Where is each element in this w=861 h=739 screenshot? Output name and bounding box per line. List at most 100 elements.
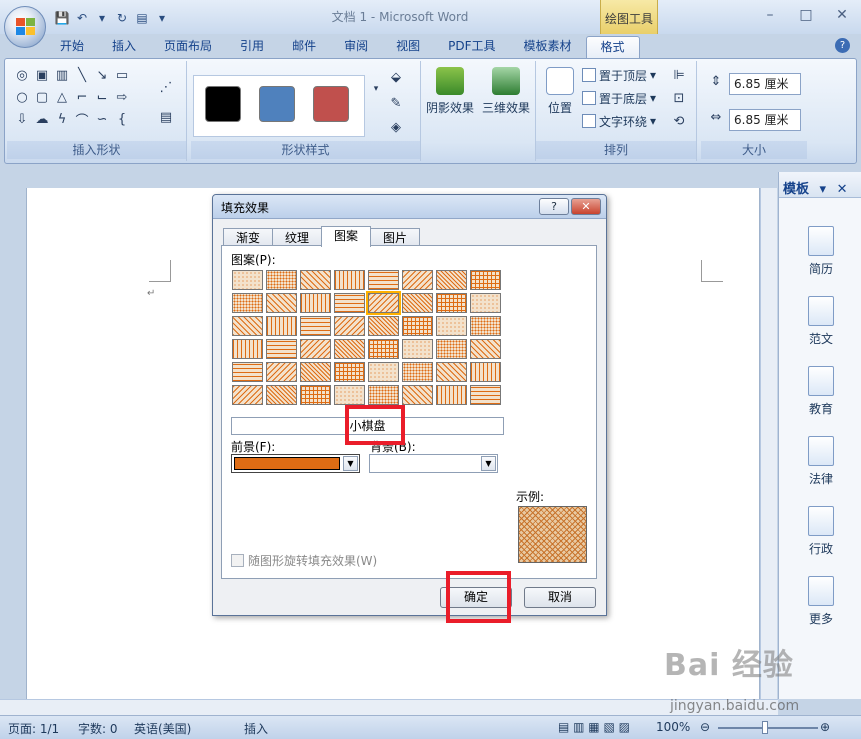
fill-color-icon[interactable]: ⬙ xyxy=(387,69,405,85)
group-icon[interactable]: ⊡ xyxy=(670,90,688,106)
edit-shape-icon[interactable]: ⋰ xyxy=(157,79,175,95)
pattern-swatch[interactable] xyxy=(300,339,331,359)
vertical-scrollbar[interactable] xyxy=(760,188,777,699)
tab-home[interactable]: 开始 xyxy=(46,36,98,58)
zoom-level[interactable]: 100% xyxy=(656,720,690,734)
cloud-shape-icon[interactable]: ☁ xyxy=(33,111,51,127)
cancel-button[interactable]: 取消 xyxy=(524,587,596,608)
pattern-swatch[interactable] xyxy=(470,362,501,382)
task-item-resume[interactable]: 简历 xyxy=(797,226,845,277)
minimize-button[interactable]: – xyxy=(752,4,788,26)
pattern-swatch[interactable] xyxy=(300,293,331,313)
bring-to-front-button[interactable]: 置于顶层 ▾ xyxy=(582,66,656,84)
freeform-icon[interactable]: ∽ xyxy=(93,111,111,127)
close-window-button[interactable]: ✕ xyxy=(824,4,860,26)
pattern-swatch[interactable] xyxy=(232,385,263,405)
pattern-swatch[interactable] xyxy=(300,362,331,382)
pattern-swatch[interactable] xyxy=(436,316,467,336)
style-swatch-blue[interactable] xyxy=(259,86,295,122)
pattern-swatch[interactable] xyxy=(266,362,297,382)
language-indicator[interactable]: 英语(美国) xyxy=(134,720,191,737)
pattern-swatch[interactable] xyxy=(334,339,365,359)
pattern-swatch[interactable] xyxy=(368,270,399,290)
arrow-line-icon[interactable]: ↘ xyxy=(93,67,111,83)
zoom-slider-thumb[interactable] xyxy=(762,721,768,734)
pattern-swatch[interactable] xyxy=(402,316,433,336)
chevron-down-icon[interactable]: ▼ xyxy=(481,456,496,471)
rotate-with-shape-checkbox[interactable]: 随图形旋转填充效果(W) xyxy=(231,552,377,569)
checkbox-box[interactable] xyxy=(231,554,244,567)
down-arrow-icon[interactable]: ⇩ xyxy=(13,111,31,127)
pattern-swatch[interactable] xyxy=(266,339,297,359)
background-color-select[interactable]: ▼ xyxy=(369,454,498,473)
change-shape-icon[interactable]: ◈ xyxy=(387,119,405,135)
pattern-swatch[interactable] xyxy=(266,293,297,313)
style-swatch-red[interactable] xyxy=(313,86,349,122)
tab-mailings[interactable]: 邮件 xyxy=(278,36,330,58)
chevron-down-icon[interactable]: ▼ xyxy=(343,456,358,471)
redo-icon[interactable]: ↻ xyxy=(114,10,130,26)
print-preview-icon[interactable]: ▤ xyxy=(134,10,150,26)
pattern-swatch[interactable] xyxy=(402,270,433,290)
task-item-sample[interactable]: 范文 xyxy=(797,296,845,347)
width-input[interactable]: 6.85 厘米 xyxy=(729,109,801,131)
shadow-effects-button[interactable]: 阴影效果 xyxy=(425,67,475,116)
task-item-education[interactable]: 教育 xyxy=(797,366,845,417)
pattern-swatch[interactable] xyxy=(334,293,365,313)
help-icon[interactable]: ? xyxy=(835,38,850,53)
tab-page-layout[interactable]: 页面布局 xyxy=(150,36,226,58)
pattern-swatch[interactable] xyxy=(266,316,297,336)
pattern-swatch[interactable] xyxy=(334,362,365,382)
tab-review[interactable]: 审阅 xyxy=(330,36,382,58)
dialog-close-button[interactable]: ✕ xyxy=(571,198,601,215)
office-button[interactable] xyxy=(4,6,46,48)
zoom-in-icon[interactable]: ⊕ xyxy=(820,720,830,734)
triangle-shape-icon[interactable]: △ xyxy=(53,89,71,105)
pattern-swatch[interactable] xyxy=(436,293,467,313)
style-swatch-black[interactable] xyxy=(205,86,241,122)
rounded-rect-icon[interactable]: ▢ xyxy=(33,89,51,105)
task-item-more[interactable]: 更多 xyxy=(797,576,845,627)
pattern-swatch[interactable] xyxy=(232,316,263,336)
text-box-draw-icon[interactable]: ▤ xyxy=(157,109,175,125)
line-color-icon[interactable]: ✎ xyxy=(387,95,405,111)
pattern-swatch[interactable] xyxy=(470,385,501,405)
curve-icon[interactable]: ⌒ xyxy=(73,111,91,129)
gallery-scroll-icon[interactable]: ▾ xyxy=(367,81,385,97)
lightning-icon[interactable]: ϟ xyxy=(53,111,71,127)
align-icon[interactable]: ⊫ xyxy=(670,67,688,83)
position-button[interactable]: 位置 xyxy=(542,67,578,116)
circle-shape-icon[interactable]: ○ xyxy=(13,89,31,105)
insert-mode[interactable]: 插入 xyxy=(244,720,268,737)
pattern-swatch[interactable] xyxy=(266,270,297,290)
oval-shape-icon[interactable]: ◎ xyxy=(13,67,31,83)
rectangle-shape-icon[interactable]: ▭ xyxy=(113,67,131,83)
task-item-legal[interactable]: 法律 xyxy=(797,436,845,487)
pattern-swatch[interactable] xyxy=(402,362,433,382)
textbox-shape-icon[interactable]: ▣ xyxy=(33,67,51,83)
pattern-swatch[interactable] xyxy=(470,339,501,359)
pattern-swatch[interactable] xyxy=(368,385,399,405)
pattern-swatch[interactable] xyxy=(402,293,433,313)
horizontal-scrollbar[interactable] xyxy=(0,699,778,715)
word-count[interactable]: 字数: 0 xyxy=(78,720,118,737)
connector-icon[interactable]: ⌙ xyxy=(93,89,111,105)
pattern-swatch[interactable] xyxy=(436,362,467,382)
pattern-swatch[interactable] xyxy=(368,316,399,336)
block-arrow-icon[interactable]: ⇨ xyxy=(113,89,131,105)
pattern-swatch[interactable] xyxy=(436,385,467,405)
tab-insert[interactable]: 插入 xyxy=(98,36,150,58)
pattern-swatch[interactable] xyxy=(232,293,263,313)
pattern-swatch[interactable] xyxy=(368,362,399,382)
customize-qat-icon[interactable]: ▾ xyxy=(154,10,170,26)
undo-icon[interactable]: ↶ xyxy=(74,10,90,26)
pattern-swatch[interactable] xyxy=(436,339,467,359)
view-buttons[interactable]: ▤ ▥ ▦ ▧ ▨ xyxy=(558,720,630,734)
maximize-button[interactable]: □ xyxy=(788,4,824,26)
tab-pattern[interactable]: 图案 xyxy=(321,226,372,247)
pattern-swatch[interactable] xyxy=(300,316,331,336)
task-item-admin[interactable]: 行政 xyxy=(797,506,845,557)
dropdown-icon[interactable]: ▾ xyxy=(94,10,110,26)
pattern-swatch[interactable] xyxy=(334,270,365,290)
pattern-swatch[interactable] xyxy=(334,385,365,405)
